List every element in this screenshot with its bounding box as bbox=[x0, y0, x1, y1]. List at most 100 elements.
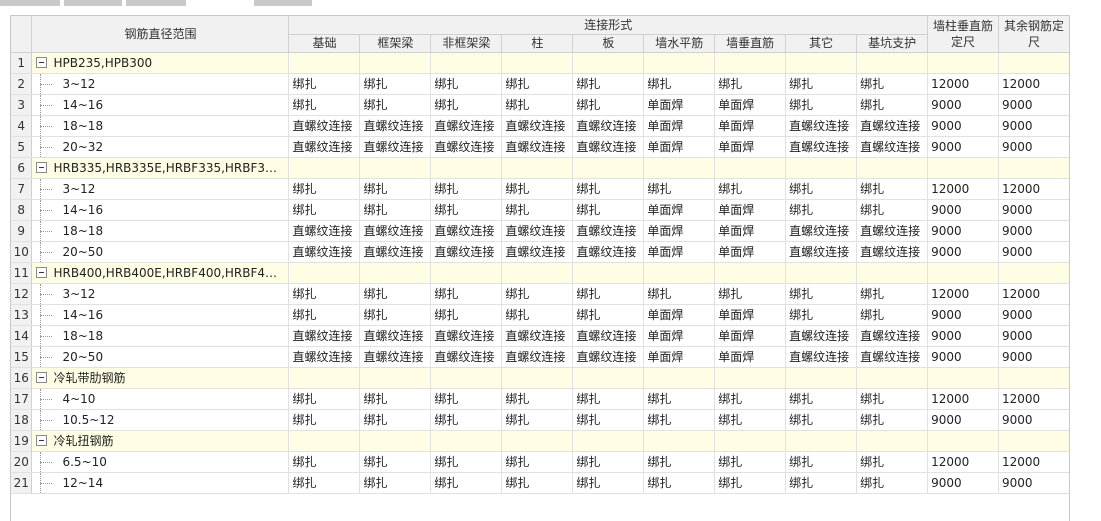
connection-type-cell[interactable]: 绑扎 bbox=[643, 73, 716, 95]
connection-type-cell[interactable]: 单面焊 bbox=[643, 325, 716, 347]
group-row[interactable]: 16 冷轧带肋钢筋 bbox=[11, 367, 1070, 389]
diameter-range-cell[interactable]: 3~12 bbox=[31, 73, 290, 95]
diameter-range-cell[interactable]: 10.5~12 bbox=[31, 409, 290, 431]
connection-type-cell[interactable]: 绑扎 bbox=[785, 304, 858, 326]
connection-type-cell[interactable]: 单面焊 bbox=[714, 199, 787, 221]
connection-type-cell[interactable]: 绑扎 bbox=[856, 304, 929, 326]
header-connection-column[interactable]: 柱 bbox=[501, 34, 574, 53]
connection-type-cell[interactable]: 直螺纹连接 bbox=[856, 220, 929, 242]
diameter-range-cell[interactable]: 18~18 bbox=[31, 220, 290, 242]
table-row[interactable]: 8 14~16 绑扎 绑扎 绑扎 绑扎 绑扎 单面焊 单面焊 绑扎 绑扎 9000 9000 bbox=[11, 199, 1070, 221]
connection-type-cell[interactable]: 绑扎 bbox=[856, 73, 929, 95]
table-row[interactable]: 4 18~18 直螺纹连接 直螺纹连接 直螺纹连接 直螺纹连接 直螺纹连接 单面焊 单面焊 直螺纹… bbox=[11, 115, 1070, 137]
stock-length-cell[interactable]: 12000 bbox=[927, 451, 999, 473]
connection-type-cell[interactable]: 直螺纹连接 bbox=[572, 325, 645, 347]
stock-length-cell[interactable]: 9000 bbox=[998, 115, 1070, 137]
connection-type-cell[interactable]: 绑扎 bbox=[572, 73, 645, 95]
stock-length-cell[interactable]: 9000 bbox=[927, 325, 999, 347]
connection-type-cell[interactable]: 直螺纹连接 bbox=[856, 136, 929, 158]
connection-type-cell[interactable]: 绑扎 bbox=[501, 73, 574, 95]
connection-type-cell[interactable]: 绑扎 bbox=[430, 451, 503, 473]
connection-type-cell[interactable]: 直螺纹连接 bbox=[430, 346, 503, 368]
connection-type-cell[interactable]: 绑扎 bbox=[714, 178, 787, 200]
connection-type-cell[interactable]: 绑扎 bbox=[359, 304, 432, 326]
group-row[interactable]: 1 HPB235,HPB300 bbox=[11, 52, 1070, 74]
stock-length-cell[interactable]: 9000 bbox=[998, 325, 1070, 347]
connection-type-cell[interactable]: 直螺纹连接 bbox=[430, 241, 503, 263]
stock-length-cell[interactable]: 9000 bbox=[998, 94, 1070, 116]
connection-type-cell[interactable]: 单面焊 bbox=[643, 241, 716, 263]
connection-type-cell[interactable]: 直螺纹连接 bbox=[288, 136, 361, 158]
diameter-range-cell[interactable]: 14~16 bbox=[31, 94, 290, 116]
connection-type-cell[interactable]: 绑扎 bbox=[856, 409, 929, 431]
header-connection-column[interactable]: 基础 bbox=[288, 34, 361, 53]
stock-length-cell[interactable]: 9000 bbox=[998, 136, 1070, 158]
connection-type-cell[interactable]: 绑扎 bbox=[643, 472, 716, 494]
connection-type-cell[interactable]: 绑扎 bbox=[288, 283, 361, 305]
stock-length-cell[interactable]: 9000 bbox=[927, 199, 999, 221]
connection-type-cell[interactable]: 绑扎 bbox=[785, 283, 858, 305]
connection-type-cell[interactable]: 绑扎 bbox=[572, 94, 645, 116]
stock-length-cell[interactable]: 9000 bbox=[998, 409, 1070, 431]
connection-type-cell[interactable]: 绑扎 bbox=[359, 388, 432, 410]
connection-type-cell[interactable]: 单面焊 bbox=[643, 346, 716, 368]
group-row[interactable]: 11 HRB400,HRB400E,HRBF400,HRBF400E... bbox=[11, 262, 1070, 284]
table-row[interactable]: 2 3~12 绑扎 绑扎 绑扎 绑扎 绑扎 绑扎 绑扎 绑扎 绑扎 12000 12000 bbox=[11, 73, 1070, 95]
connection-type-cell[interactable]: 绑扎 bbox=[430, 283, 503, 305]
header-diameter-range[interactable]: 钢筋直径范围 bbox=[31, 16, 290, 53]
connection-type-cell[interactable]: 绑扎 bbox=[359, 94, 432, 116]
connection-type-cell[interactable]: 直螺纹连接 bbox=[572, 346, 645, 368]
connection-type-cell[interactable]: 绑扎 bbox=[288, 472, 361, 494]
stock-length-cell[interactable]: 9000 bbox=[927, 346, 999, 368]
connection-type-cell[interactable]: 绑扎 bbox=[501, 388, 574, 410]
table-row[interactable]: 3 14~16 绑扎 绑扎 绑扎 绑扎 绑扎 单面焊 单面焊 绑扎 绑扎 9000 9000 bbox=[11, 94, 1070, 116]
table-row[interactable]: 21 12~14 绑扎 绑扎 绑扎 绑扎 绑扎 绑扎 绑扎 绑扎 绑扎 9000 9000 bbox=[11, 472, 1070, 494]
connection-type-cell[interactable]: 绑扎 bbox=[856, 472, 929, 494]
connection-type-cell[interactable]: 绑扎 bbox=[288, 73, 361, 95]
stock-length-cell[interactable]: 9000 bbox=[998, 346, 1070, 368]
table-row[interactable]: 10 20~50 直螺纹连接 直螺纹连接 直螺纹连接 直螺纹连接 直螺纹连接 单面焊 单面焊 直螺… bbox=[11, 241, 1070, 263]
stock-length-cell[interactable]: 9000 bbox=[927, 241, 999, 263]
connection-type-cell[interactable]: 绑扎 bbox=[572, 388, 645, 410]
connection-type-cell[interactable]: 绑扎 bbox=[501, 472, 574, 494]
connection-type-cell[interactable]: 绑扎 bbox=[501, 451, 574, 473]
connection-type-cell[interactable]: 绑扎 bbox=[501, 304, 574, 326]
connection-type-cell[interactable]: 绑扎 bbox=[288, 304, 361, 326]
connection-type-cell[interactable]: 直螺纹连接 bbox=[359, 136, 432, 158]
connection-type-cell[interactable]: 绑扎 bbox=[785, 409, 858, 431]
connection-type-cell[interactable]: 单面焊 bbox=[714, 136, 787, 158]
stock-length-cell[interactable]: 12000 bbox=[927, 388, 999, 410]
connection-type-cell[interactable]: 直螺纹连接 bbox=[572, 220, 645, 242]
connection-type-cell[interactable]: 绑扎 bbox=[288, 409, 361, 431]
connection-type-cell[interactable]: 绑扎 bbox=[714, 388, 787, 410]
connection-type-cell[interactable]: 绑扎 bbox=[501, 409, 574, 431]
diameter-range-cell[interactable]: 6.5~10 bbox=[31, 451, 290, 473]
connection-type-cell[interactable]: 直螺纹连接 bbox=[572, 241, 645, 263]
connection-type-cell[interactable]: 单面焊 bbox=[643, 136, 716, 158]
connection-type-cell[interactable]: 单面焊 bbox=[714, 346, 787, 368]
connection-type-cell[interactable]: 绑扎 bbox=[501, 199, 574, 221]
connection-type-cell[interactable]: 绑扎 bbox=[430, 304, 503, 326]
connection-type-cell[interactable]: 绑扎 bbox=[288, 199, 361, 221]
diameter-range-cell[interactable]: 3~12 bbox=[31, 283, 290, 305]
stock-length-cell[interactable]: 9000 bbox=[927, 220, 999, 242]
connection-type-cell[interactable]: 绑扎 bbox=[572, 178, 645, 200]
connection-type-cell[interactable]: 绑扎 bbox=[572, 451, 645, 473]
connection-type-cell[interactable]: 直螺纹连接 bbox=[856, 241, 929, 263]
connection-type-cell[interactable]: 绑扎 bbox=[359, 73, 432, 95]
collapse-icon[interactable] bbox=[36, 56, 48, 68]
tab-2[interactable] bbox=[64, 0, 123, 6]
connection-type-cell[interactable]: 绑扎 bbox=[785, 199, 858, 221]
connection-type-cell[interactable]: 直螺纹连接 bbox=[288, 325, 361, 347]
connection-type-cell[interactable]: 绑扎 bbox=[572, 409, 645, 431]
connection-type-cell[interactable]: 直螺纹连接 bbox=[501, 115, 574, 137]
connection-type-cell[interactable]: 绑扎 bbox=[785, 388, 858, 410]
connection-type-cell[interactable]: 单面焊 bbox=[714, 241, 787, 263]
connection-type-cell[interactable]: 绑扎 bbox=[856, 199, 929, 221]
table-row[interactable]: 14 18~18 直螺纹连接 直螺纹连接 直螺纹连接 直螺纹连接 直螺纹连接 单面焊 单面焊 直螺… bbox=[11, 325, 1070, 347]
connection-type-cell[interactable]: 绑扎 bbox=[359, 451, 432, 473]
diameter-range-cell[interactable]: 20~50 bbox=[31, 241, 290, 263]
diameter-range-cell[interactable]: 4~10 bbox=[31, 388, 290, 410]
connection-type-cell[interactable]: 单面焊 bbox=[643, 220, 716, 242]
stock-length-cell[interactable]: 9000 bbox=[927, 472, 999, 494]
